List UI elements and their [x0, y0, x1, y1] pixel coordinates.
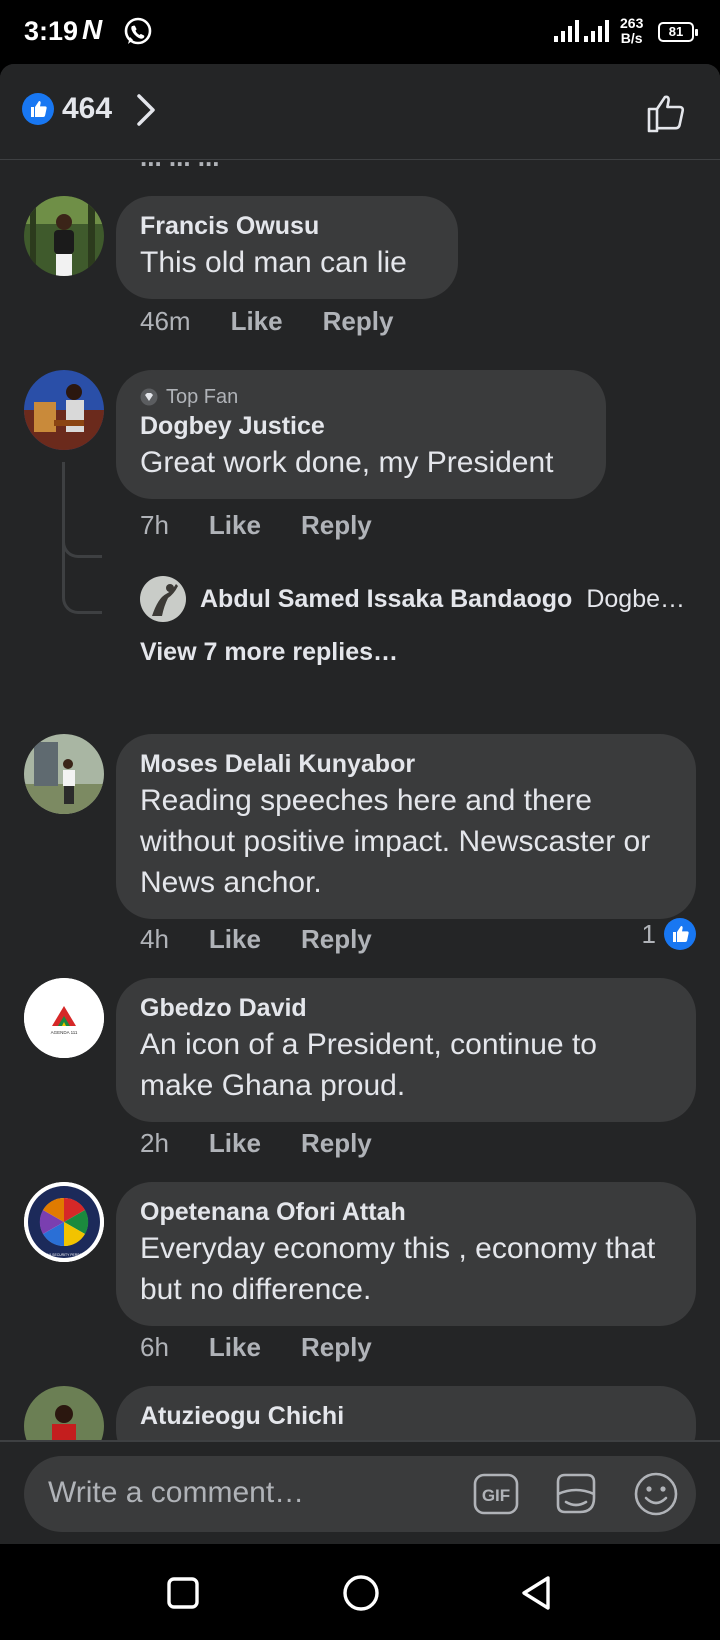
comment-author[interactable]: Dogbey Justice	[140, 410, 582, 442]
reaction-count[interactable]: 1	[642, 918, 696, 950]
view-more-replies[interactable]: View 7 more replies…	[140, 638, 398, 667]
top-fan-badge: Top Fan	[140, 384, 582, 410]
avatar[interactable]	[24, 370, 104, 450]
avatar[interactable]: AGENDA 111	[24, 978, 104, 1058]
comment-author[interactable]: Opetenana Ofori Attah	[140, 1196, 672, 1228]
comment-bubble[interactable]: Top Fan Dogbey Justice Great work done, …	[116, 370, 606, 499]
reply-button[interactable]: Reply	[301, 1332, 372, 1363]
comment-input-placeholder: Write a comment…	[48, 1476, 305, 1509]
avatar[interactable]: APEDWA SECURITY PERSONNEL	[24, 1182, 104, 1262]
comment-timestamp[interactable]: 7h	[140, 510, 169, 541]
like-button[interactable]: Like	[209, 1128, 261, 1159]
comment-input[interactable]: Write a comment… GIF	[24, 1456, 696, 1532]
system-nav-bar	[0, 1544, 720, 1640]
comment-composer: Write a comment… GIF	[0, 1440, 720, 1544]
comment-text: Everyday economy this , economy that but…	[140, 1232, 656, 1306]
avatar-caption: APEDWA SECURITY PERSONNEL	[37, 1253, 91, 1257]
comment-author[interactable]: Francis Owusu	[140, 210, 434, 242]
comment-actions: 2h Like Reply	[140, 1128, 372, 1159]
avatar[interactable]	[24, 734, 104, 814]
like-button[interactable]: Like	[209, 924, 261, 955]
like-button[interactable]: Like	[209, 510, 261, 541]
gif-icon[interactable]: GIF	[472, 1470, 520, 1518]
comment-timestamp[interactable]: 46m	[140, 306, 191, 337]
comment-text: An icon of a President, continue to make…	[140, 1028, 597, 1102]
diamond-icon	[140, 388, 158, 406]
network-speed: 263 B/s	[620, 16, 643, 46]
like-count[interactable]: 464	[62, 92, 112, 126]
avatar[interactable]	[24, 196, 104, 276]
comments-sheet: 464 ... ... ... Fra	[0, 64, 720, 1544]
chevron-right-icon[interactable]	[134, 92, 158, 128]
reply-snippet: Dogbe…	[586, 584, 685, 613]
avatar[interactable]	[24, 1386, 104, 1440]
comment-bubble[interactable]: Gbedzo David An icon of a President, con…	[116, 978, 696, 1122]
comment-actions: 6h Like Reply	[140, 1332, 372, 1363]
comment-text: This old man can lie	[140, 246, 407, 279]
like-button[interactable]: Like	[231, 306, 283, 337]
back-icon[interactable]	[518, 1574, 554, 1612]
comment-author[interactable]: Moses Delali Kunyabor	[140, 748, 672, 780]
comment-timestamp[interactable]: 4h	[140, 924, 169, 955]
battery-icon: 81	[658, 22, 698, 42]
whatsapp-icon	[124, 17, 152, 45]
comments-list[interactable]: ... ... ... Francis Owusu This old man c…	[0, 160, 720, 1440]
network-speed-value: 263	[620, 15, 644, 31]
netflix-notification-icon: N	[82, 14, 103, 45]
comment-bubble[interactable]: Moses Delali Kunyabor Reading speeches h…	[116, 734, 696, 919]
status-bar: 3:19 N 263 B/s 81	[0, 0, 720, 64]
comment-actions: 7h Like Reply	[140, 510, 372, 541]
comment-bubble[interactable]: Opetenana Ofori Attah Everyday economy t…	[116, 1182, 696, 1326]
network-speed-unit: B/s	[620, 30, 643, 46]
reply-author[interactable]: Abdul Samed Issaka Bandaogo	[200, 585, 572, 614]
reply-avatar[interactable]	[140, 576, 186, 622]
comment-text: Reading speeches here and there without …	[140, 784, 651, 899]
reply-button[interactable]: Reply	[301, 510, 372, 541]
like-button[interactable]: Like	[209, 1332, 261, 1363]
status-time: 3:19	[24, 16, 79, 46]
gif-label: GIF	[482, 1486, 510, 1505]
comment-author[interactable]: Gbedzo David	[140, 992, 672, 1024]
badge-label: Top Fan	[166, 386, 239, 408]
comment-bubble[interactable]: Francis Owusu This old man can lie	[116, 196, 458, 299]
thread-connector	[62, 462, 102, 614]
comment-timestamp[interactable]: 6h	[140, 1332, 169, 1363]
cut-off-comment-text: ... ... ...	[140, 160, 219, 173]
like-reaction-icon	[664, 918, 696, 950]
home-icon[interactable]	[342, 1574, 380, 1612]
comment-bubble[interactable]: Atuzieogu Chichi	[116, 1386, 696, 1440]
avatar-caption: AGENDA 111	[51, 1030, 78, 1035]
like-reaction-icon	[22, 93, 54, 125]
reply-button[interactable]: Reply	[301, 924, 372, 955]
reaction-count-value: 1	[641, 918, 656, 949]
comment-actions: 4h Like Reply	[140, 924, 372, 955]
thumbs-up-icon[interactable]	[644, 88, 692, 136]
emoji-icon[interactable]	[632, 1470, 680, 1518]
recent-apps-icon[interactable]	[166, 1576, 200, 1610]
comment-author[interactable]: Atuzieogu Chichi	[140, 1400, 672, 1432]
reactions-header[interactable]: 464	[0, 64, 720, 160]
comment-actions: 46m Like Reply	[140, 306, 393, 337]
reply-button[interactable]: Reply	[301, 1128, 372, 1159]
sticker-icon[interactable]	[552, 1470, 600, 1518]
signal-icon	[554, 20, 609, 42]
reply-button[interactable]: Reply	[323, 306, 394, 337]
comment-text: Great work done, my President	[140, 446, 554, 479]
reply-preview[interactable]: Abdul Samed Issaka Bandaogo Dogbe…	[140, 576, 685, 622]
comment-timestamp[interactable]: 2h	[140, 1128, 169, 1159]
